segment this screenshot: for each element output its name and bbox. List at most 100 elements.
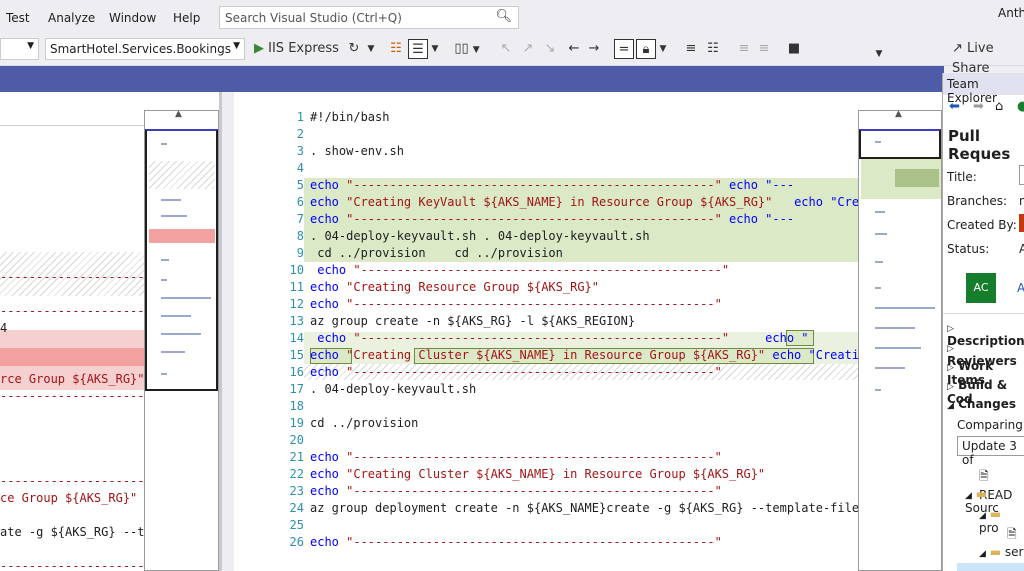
title-label: Title: xyxy=(947,170,977,184)
code-line[interactable]: . 04-deploy-keyvault.sh . 04-deploy-keyv… xyxy=(310,229,650,243)
line-number: 2 xyxy=(296,127,304,141)
code-line[interactable]: echo "----------------------------------… xyxy=(310,331,808,345)
refresh-icon[interactable]: ↻ xyxy=(346,39,362,59)
bookmark-next-icon[interactable]: ↗ xyxy=(520,39,536,59)
code-line[interactable]: echo "Creating KeyVault ${AKS_NAME} in R… xyxy=(310,195,874,209)
code-line[interactable]: . 04-deploy-keyvault.sh xyxy=(310,382,476,396)
section-changes[interactable]: ◢ Changes xyxy=(947,397,1016,411)
minimap-viewport[interactable] xyxy=(859,129,941,159)
configuration-dropdown[interactable]: ▼ xyxy=(0,38,39,60)
minimap-line xyxy=(161,199,181,201)
run-button[interactable]: ▶ IIS Express ▼ xyxy=(254,39,344,75)
code-line[interactable]: echo "----------------------------------… xyxy=(310,212,794,226)
navigate-back-icon[interactable]: ← xyxy=(566,39,582,59)
code-line[interactable]: echo "----------------------------------… xyxy=(310,297,722,311)
bookmark-clear-icon[interactable]: ↘ xyxy=(542,39,558,59)
menu-help[interactable]: Help xyxy=(173,11,200,25)
code-line[interactable]: echo "----------------------------------… xyxy=(310,365,722,379)
folder-icon: ▬ xyxy=(989,507,1002,521)
echo-keyword: echo xyxy=(310,450,347,464)
forward-icon[interactable]: ➡︎ xyxy=(973,99,984,114)
startup-project-value: SmartHotel.Services.Bookings xyxy=(50,42,231,56)
code-line[interactable]: echo "Creating Cluster ${AKS_NAME} in Re… xyxy=(310,467,765,481)
scroll-up-icon[interactable]: ▲ xyxy=(175,109,182,119)
echo-keyword: echo xyxy=(310,535,347,549)
sync-scroll-icon[interactable]: ☷ xyxy=(704,39,722,59)
live-share-button[interactable]: ↗ Live Share xyxy=(952,39,1024,76)
line-number: 11 xyxy=(289,280,304,294)
string-literal: "---------------------------------------… xyxy=(346,178,722,192)
menu-test[interactable]: Test xyxy=(6,11,30,25)
section-label: Changes xyxy=(958,397,1016,411)
code-line[interactable]: az group create -n ${AKS_RG} -l ${AKS_RE… xyxy=(310,314,635,328)
code-line[interactable]: echo "----------------------------------… xyxy=(310,484,722,498)
right-minimap[interactable]: ▲ xyxy=(858,109,942,571)
code-line[interactable]: az group deployment create -n ${AKS_NAME… xyxy=(310,501,881,515)
title-field[interactable] xyxy=(1019,165,1024,185)
uncomment-icon[interactable]: ≡ xyxy=(756,39,772,59)
inline-diff-icon[interactable]: = xyxy=(614,39,634,59)
code-line[interactable]: echo "Creating Resource Group ${AKS_RG}" xyxy=(310,280,599,294)
code-line[interactable]: #!/bin/bash xyxy=(310,110,389,124)
layout-icon[interactable]: ▯▯ ▼ xyxy=(454,39,480,59)
left-breadcrumb xyxy=(0,112,144,126)
minimap-line xyxy=(875,211,885,213)
code-line[interactable]: echo "----------------------------------… xyxy=(310,450,722,464)
update-select[interactable]: Update 3 of xyxy=(957,436,1024,467)
standard-toolbar: ▼ SmartHotel.Services.Bookings ▼ ▶ IIS E… xyxy=(0,34,1024,76)
play-icon: ▶ xyxy=(254,41,264,56)
echo-keyword: echo xyxy=(310,178,347,192)
bookmark-prev-icon[interactable]: ↖ xyxy=(498,39,514,59)
menu-window[interactable]: Window xyxy=(109,11,156,25)
back-icon[interactable]: ⬅︎ xyxy=(949,99,960,114)
diff-left-pane[interactable]: --------------------------- ------------… xyxy=(0,92,222,571)
line-number: 19 xyxy=(289,416,304,430)
tree-item-services[interactable]: ◢ ▬ ser xyxy=(979,545,1024,559)
expand-icon: ▷ xyxy=(947,382,954,392)
code-line[interactable]: cd ../provision xyxy=(310,416,418,430)
left-minimap[interactable]: ▲ xyxy=(144,109,219,571)
navigate-forward-icon[interactable]: → xyxy=(586,39,602,59)
startup-project-dropdown[interactable]: SmartHotel.Services.Bookings ▼ xyxy=(45,38,245,60)
search-input[interactable]: Search Visual Studio (Ctrl+Q) 🔍︎ xyxy=(219,6,519,29)
avatar-link[interactable]: A xyxy=(1017,281,1024,295)
chevron-down-icon[interactable]: ▼ xyxy=(366,39,376,59)
home-icon[interactable]: ⌂ xyxy=(995,99,1003,114)
chevron-down-icon[interactable]: ▼ xyxy=(430,39,440,59)
avatar: AC xyxy=(966,273,996,303)
status-value: A xyxy=(1019,242,1024,256)
code-line[interactable]: echo "Creating Cluster ${AKS_NAME} in Re… xyxy=(310,348,874,362)
menu-analyze[interactable]: Analyze xyxy=(48,11,95,25)
diff-right-editor[interactable]: 1 #!/bin/bash 2 3. show-env.sh 4 5 echo "-----… xyxy=(234,92,942,571)
toolbar-overflow-icon[interactable]: ▼ xyxy=(874,44,884,64)
trailing-fragment: echo "--- xyxy=(721,212,795,226)
tree-item-file[interactable]: 🗎︎ xyxy=(1007,525,1017,546)
echo-keyword: echo xyxy=(310,212,347,226)
code-line[interactable]: . show-env.sh xyxy=(310,144,404,158)
code-line[interactable]: cd ../provision cd ../provision xyxy=(310,246,563,260)
tree-item-provision[interactable]: ◢ ▬ pro xyxy=(979,507,1024,535)
string-literal: "---------------------------------------… xyxy=(346,450,722,464)
minimap-line xyxy=(875,327,915,329)
file-icon: 🗎︎ xyxy=(1007,527,1017,541)
minimap-line xyxy=(161,215,187,217)
minimap-line xyxy=(161,333,201,335)
comment-icon[interactable]: ≡ xyxy=(736,39,752,59)
chevron-down-icon[interactable]: ▼ xyxy=(658,39,668,59)
scroll-up-icon[interactable]: ▲ xyxy=(895,109,902,119)
diff-splitter[interactable] xyxy=(222,92,234,571)
document-outline-icon[interactable]: ☰ xyxy=(408,39,428,59)
line-number: 7 xyxy=(296,212,304,226)
string-literal: "Creating Resource Group ${AKS_RG}" xyxy=(346,280,599,294)
user-name[interactable]: Anth xyxy=(998,6,1024,20)
lock-icon[interactable]: 🔒︎ xyxy=(636,39,656,59)
connect-icon[interactable]: ● xyxy=(1017,99,1024,114)
bookmark-icon[interactable]: ■ xyxy=(786,39,802,59)
minimap-line xyxy=(875,307,935,309)
code-line[interactable]: echo "----------------------------------… xyxy=(310,178,794,192)
code-line[interactable]: echo "----------------------------------… xyxy=(310,263,729,277)
browser-link-icon[interactable]: ☷ xyxy=(387,39,405,59)
code-line[interactable]: echo "----------------------------------… xyxy=(310,535,722,549)
ignore-whitespace-icon[interactable]: ≡ xyxy=(682,39,700,59)
branches-value: n xyxy=(1019,194,1024,208)
